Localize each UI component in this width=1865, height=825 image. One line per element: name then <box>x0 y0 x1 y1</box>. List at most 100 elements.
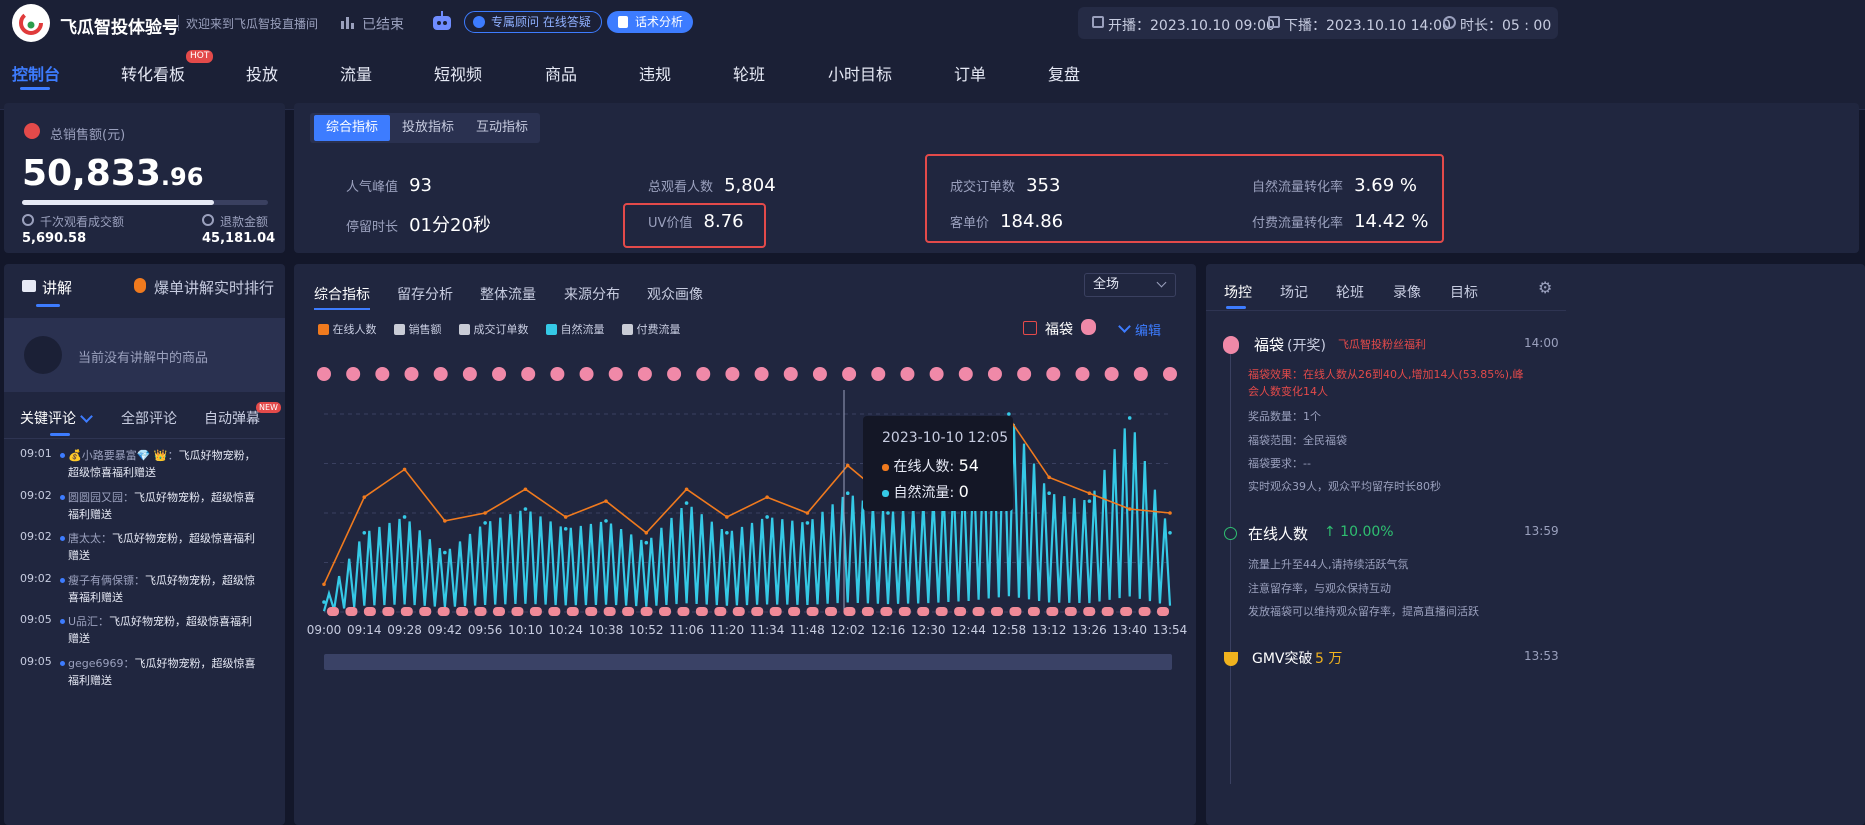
online-point <box>402 467 407 472</box>
x-tick-label: 12:44 <box>951 623 986 637</box>
event-marker <box>363 607 376 616</box>
legend-sales[interactable]: 销售额 <box>394 323 442 336</box>
online-point <box>1047 475 1051 480</box>
start-time: 2023.10.10 09:00 <box>1150 18 1275 34</box>
event-marker <box>732 607 745 616</box>
chart-tab-comprehensive[interactable]: 综合指标 <box>314 284 370 304</box>
event-marker <box>345 607 358 616</box>
event-marker <box>695 607 708 616</box>
nav-console[interactable]: 控制台 <box>12 61 60 85</box>
tab-key-comments[interactable]: 关键评论 <box>20 408 76 428</box>
event-marker <box>861 607 874 616</box>
fudai-marker <box>637 367 652 381</box>
comment-user: gege6969： <box>68 656 135 670</box>
tab-goal[interactable]: 目标 <box>1450 282 1478 302</box>
online-point <box>362 495 367 499</box>
x-tick-label: 13:26 <box>1072 623 1107 637</box>
nav-hourly-target[interactable]: 小时目标 <box>828 61 892 85</box>
fudai-marker <box>462 367 477 381</box>
tooltip-natural-value: 0 <box>958 482 969 501</box>
tab-ads-metrics[interactable]: 投放指标 <box>392 115 464 141</box>
settings-icon[interactable]: ⚙ <box>1538 278 1552 297</box>
comment-time: 09:05 <box>20 654 52 668</box>
event-fudai-time: 14:00 <box>1524 336 1559 350</box>
tab-all-comments[interactable]: 全部评论 <box>121 408 177 428</box>
nav-goods[interactable]: 商品 <box>545 61 577 85</box>
event-marker <box>898 607 911 616</box>
refund-icon <box>202 214 214 226</box>
event-marker <box>548 607 561 616</box>
natural-point <box>563 527 568 531</box>
event-marker <box>825 607 837 616</box>
legend-orders[interactable]: 成交订单数 <box>459 323 529 336</box>
explain-tab[interactable]: 讲解 <box>42 277 72 298</box>
document-icon <box>618 16 628 28</box>
edit-button[interactable]: 编辑 <box>1135 320 1161 339</box>
trophy-icon <box>1224 652 1238 666</box>
event-marker <box>843 607 856 616</box>
chart-tab-source[interactable]: 来源分布 <box>564 284 620 304</box>
tab-comprehensive[interactable]: 综合指标 <box>314 115 390 141</box>
legend-natural[interactable]: 自然流量 <box>546 323 605 336</box>
legend-paid[interactable]: 付费流量 <box>622 323 681 336</box>
nav-traffic[interactable]: 流量 <box>340 61 372 85</box>
chart-tab-overall-traffic[interactable]: 整体流量 <box>480 284 536 304</box>
event-marker <box>419 607 432 616</box>
online-point <box>845 463 850 468</box>
tooltip-online-value: 54 <box>958 456 979 475</box>
chart-tab-audience[interactable]: 观众画像 <box>647 284 703 304</box>
scope-select[interactable]: 全场 <box>1084 273 1176 297</box>
online-point <box>805 511 810 515</box>
event-marker <box>640 607 653 616</box>
tab-recording[interactable]: 录像 <box>1393 282 1421 302</box>
natural-point <box>1127 416 1132 420</box>
fudai-checkbox[interactable] <box>1023 321 1037 335</box>
event-marker <box>603 607 616 616</box>
event-online-time: 13:59 <box>1524 524 1559 538</box>
natural-point <box>604 519 608 523</box>
natural-point <box>725 531 729 535</box>
edit-icon <box>1118 320 1131 333</box>
nav-violation[interactable]: 违规 <box>639 61 671 85</box>
online-point <box>322 582 326 587</box>
comment-text-line2: 喜福利赠送 <box>68 590 123 604</box>
tab-field-control[interactable]: 场控 <box>1224 282 1252 302</box>
refund-value: 45,181.04 <box>202 231 276 246</box>
tab-interaction-metrics[interactable]: 互动指标 <box>466 115 538 141</box>
event-marker <box>788 607 801 616</box>
event-marker <box>1009 607 1022 616</box>
tab-field-notes[interactable]: 场记 <box>1280 282 1308 302</box>
trend-up-icon <box>1224 527 1237 540</box>
chart-tab-retention[interactable]: 留存分析 <box>397 284 453 304</box>
fudai-marker <box>1046 367 1061 381</box>
script-analysis-button[interactable]: 话术分析 <box>607 11 694 33</box>
comment-text-line1: 飞瓜好物宠粉，超级惊喜 <box>134 656 256 670</box>
end-time: 2023.10.10 14:00 <box>1326 18 1451 34</box>
event-fudai-title: 福袋 <box>1254 336 1285 354</box>
nav-review[interactable]: 复盘 <box>1048 61 1080 85</box>
x-tick-label: 12:30 <box>911 623 946 637</box>
x-tick-label: 09:14 <box>347 623 382 637</box>
legend-online[interactable]: 在线人数 <box>318 323 377 336</box>
nav-short-video[interactable]: 短视频 <box>434 61 482 85</box>
nav-conversion[interactable]: 转化看板 <box>121 61 185 85</box>
chart-scrollbar[interactable] <box>324 654 1172 670</box>
fudai-event-icon <box>1223 336 1239 354</box>
tooltip-online-label: 在线人数: <box>893 459 955 475</box>
comment-time: 09:01 <box>20 447 52 460</box>
fudai-marker <box>1017 367 1032 381</box>
event-marker <box>585 607 598 616</box>
comment-text-line1: 飞瓜好物宠粉，超级惊 <box>145 573 255 587</box>
event-marker <box>1083 607 1096 616</box>
online-point <box>1127 507 1132 511</box>
nav-ads[interactable]: 投放 <box>246 61 278 85</box>
consultant-button[interactable]: 专属顾问 在线答疑 <box>464 11 602 33</box>
tab-shift[interactable]: 轮班 <box>1336 282 1364 302</box>
explain-rank-tab[interactable]: 爆单讲解实时排行 <box>154 277 274 298</box>
nav-orders[interactable]: 订单 <box>954 61 986 85</box>
nav-shift[interactable]: 轮班 <box>733 61 765 85</box>
comment-text-line2: 福利赠送 <box>68 507 112 521</box>
event-fudai-effect-2: 会人数变化14人 <box>1248 385 1328 398</box>
online-point <box>604 499 608 503</box>
tab-auto-danmu[interactable]: 自动弹幕 <box>204 408 260 428</box>
